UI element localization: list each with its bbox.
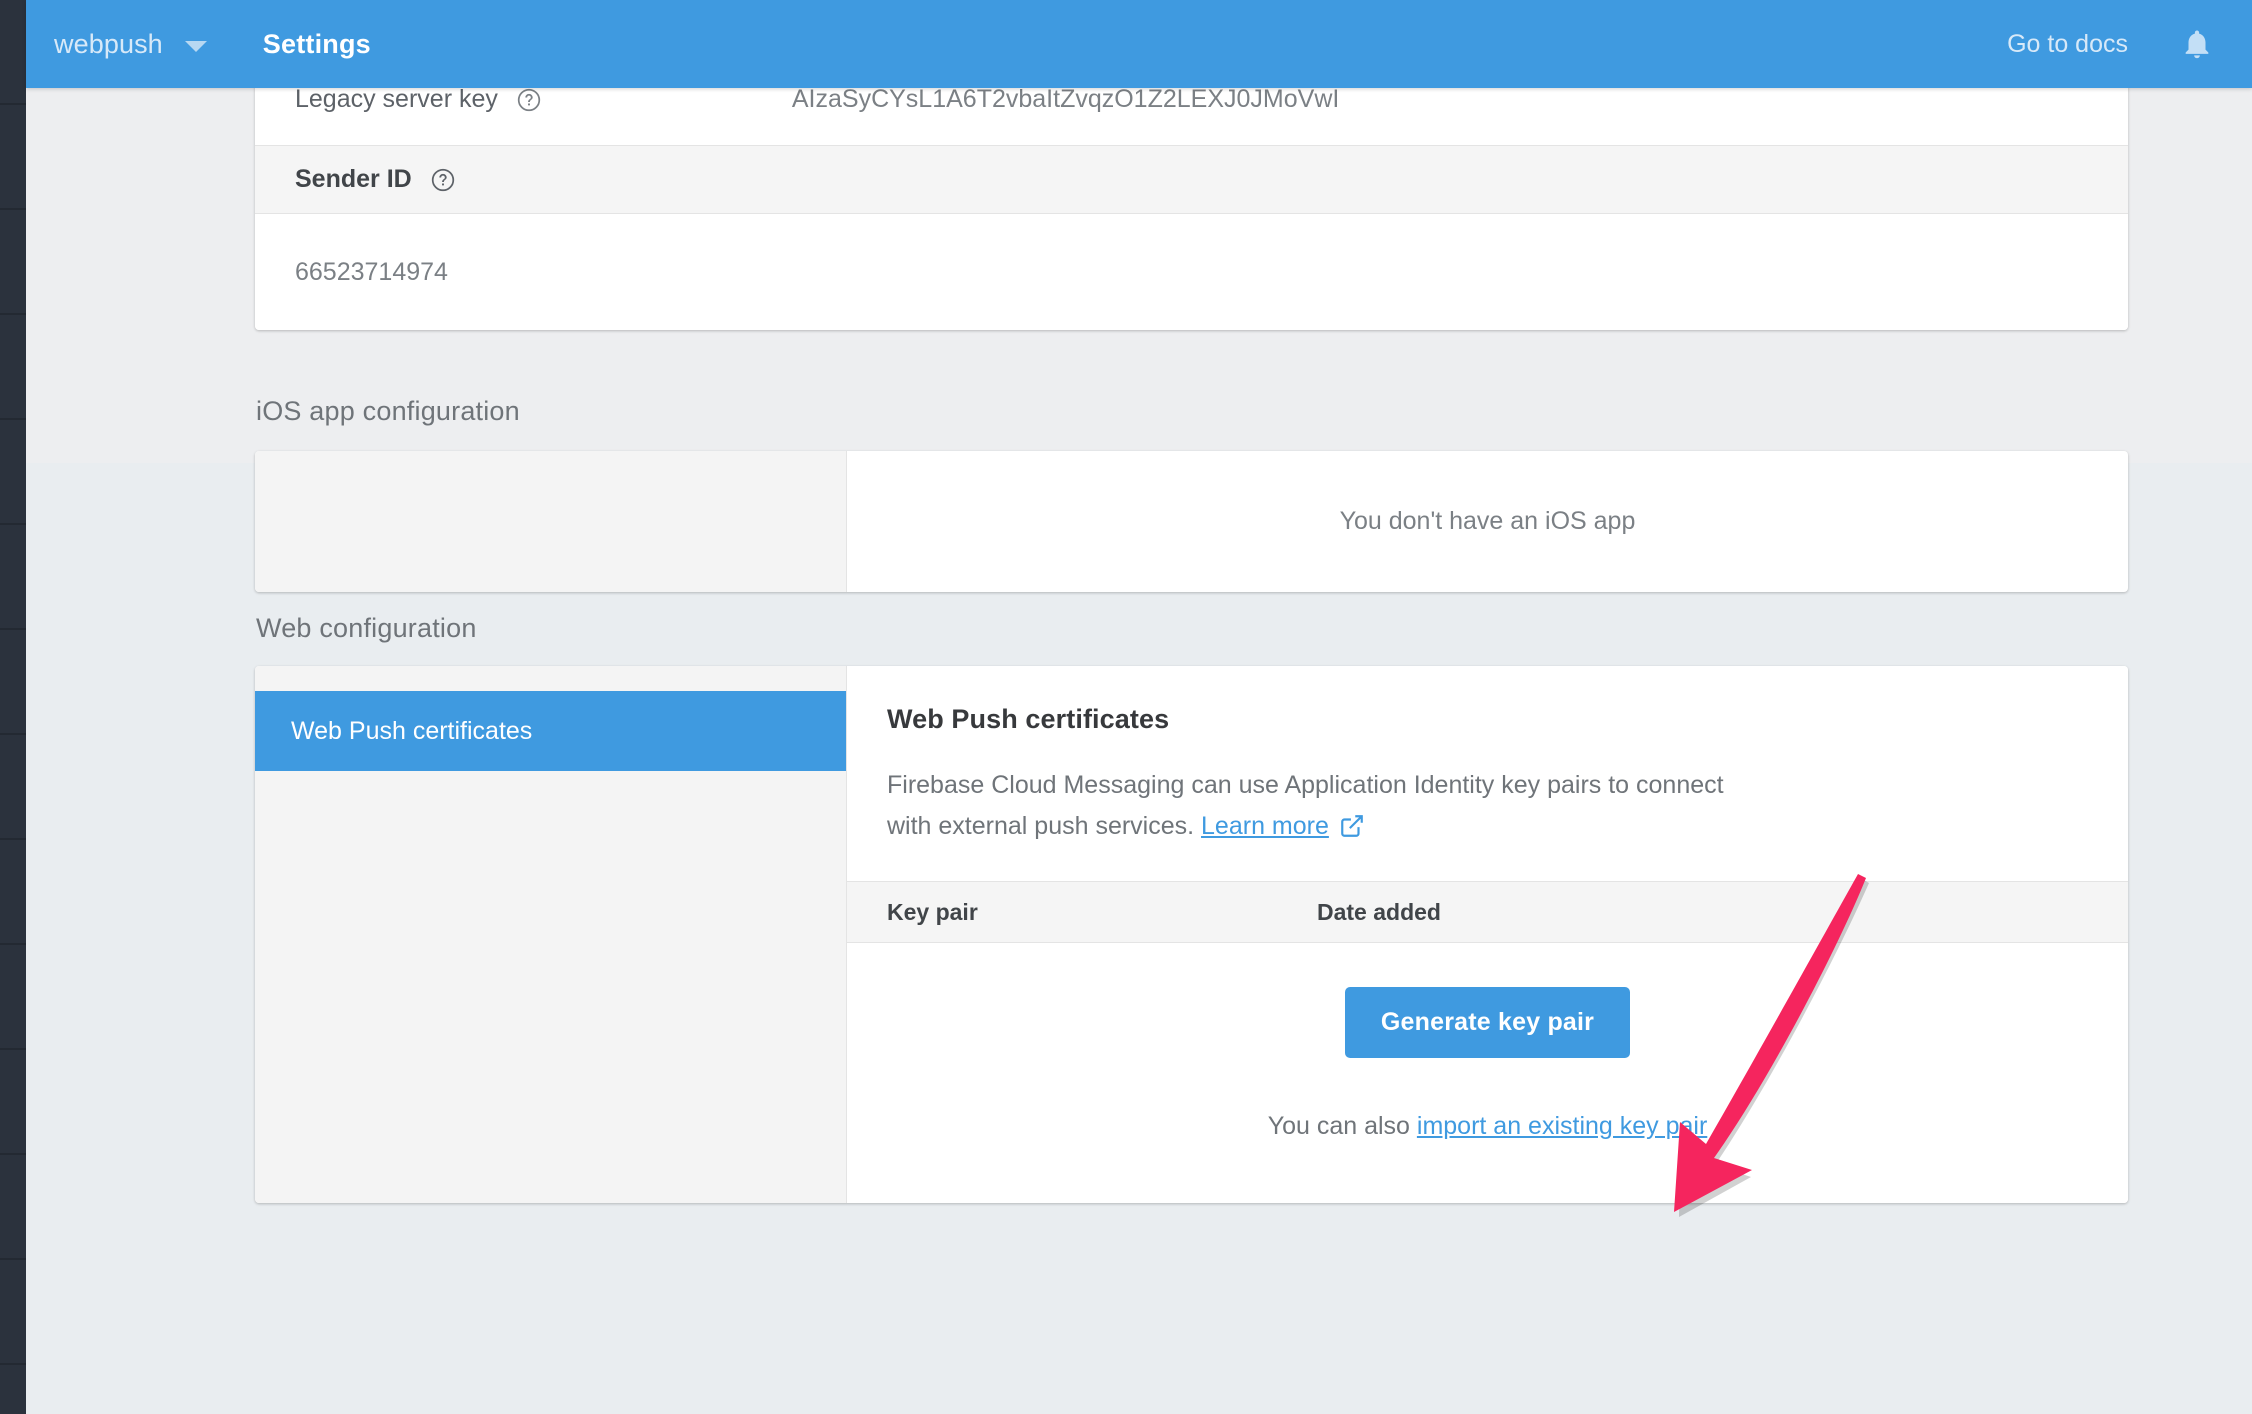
web-section-title: Web configuration [256,613,477,643]
legacy-server-key-label: Legacy server key [295,85,498,113]
project-switcher[interactable]: webpush [54,29,207,60]
web-configuration-card: Web Push certificates Web Push certifica… [255,666,2128,1203]
collapsed-nav-rail[interactable] [0,0,26,1414]
sender-id-header-row: Sender ID [255,146,2128,214]
header-actions: Go to docs [2007,26,2252,62]
ios-card-right-pane: You don't have an iOS app [847,451,2128,592]
sidebar-item-label: Web Push certificates [291,716,533,745]
nav-rail-item[interactable] [0,210,26,315]
import-existing-key-pair-link[interactable]: import an existing key pair [1417,1112,1707,1140]
notifications-bell-icon[interactable] [2180,26,2214,62]
import-key-pair-line: You can also import an existing key pair [1268,1112,1708,1141]
column-header-key-pair: Key pair [887,898,978,925]
page-title: Settings [262,28,371,59]
import-prefix-text: You can also [1267,1112,1417,1140]
go-to-docs-link[interactable]: Go to docs [2007,30,2128,59]
help-circle-icon[interactable] [430,167,456,193]
web-push-header: Web Push certificates Firebase Cloud Mes… [847,666,2128,881]
web-push-panel-title: Web Push certificates [887,704,1170,734]
learn-more-link[interactable]: Learn more [1201,812,1329,840]
project-name-label: webpush [54,28,163,59]
open-in-new-icon[interactable] [1339,811,1365,852]
app-header-bar: webpush Settings Go to docs [26,0,2252,88]
nav-rail-item[interactable] [0,315,26,420]
sidebar-item-web-push-certificates[interactable]: Web Push certificates [255,691,846,771]
settings-content-area: Legacy server key AIzaSyCYsL1A6T2vbaItZv… [26,54,2252,1414]
nav-rail-item[interactable] [0,630,26,735]
ios-configuration-card: You don't have an iOS app [255,451,2128,592]
ios-card-left-pane [255,451,847,592]
web-config-nav-pane: Web Push certificates [255,666,847,1203]
generate-key-pair-button[interactable]: Generate key pair [1344,987,1631,1058]
nav-rail-item[interactable] [0,0,26,105]
key-pair-empty-state: Generate key pair You can also import an… [847,943,2128,1203]
sender-id-value: 66523714974 [295,257,448,286]
nav-rail-item[interactable] [0,840,26,945]
nav-rail-item[interactable] [0,525,26,630]
ios-section-title: iOS app configuration [256,396,520,426]
nav-rail-item[interactable] [0,1365,26,1414]
nav-rail-item[interactable] [0,420,26,525]
nav-rail-item[interactable] [0,1260,26,1365]
legacy-server-key-value: AIzaSyCYsL1A6T2vbaItZvqzO1Z2LEXJ0JMoVwI [791,85,1340,113]
nav-rail-item[interactable] [0,945,26,1050]
sender-id-label: Sender ID [295,165,412,193]
nav-rail-item[interactable] [0,1155,26,1260]
web-config-detail-pane: Web Push certificates Firebase Cloud Mes… [847,666,2128,1203]
column-header-date-added: Date added [1317,898,1441,925]
nav-rail-item[interactable] [0,105,26,210]
server-settings-card: Legacy server key AIzaSyCYsL1A6T2vbaItZv… [255,54,2128,330]
ios-empty-message: You don't have an iOS app [1339,507,1636,535]
sender-id-value-row: 66523714974 [255,214,2128,330]
chevron-down-icon [184,40,207,52]
nav-rail-item[interactable] [0,1050,26,1155]
web-push-description: Firebase Cloud Messaging can use Applica… [887,765,1767,851]
help-circle-icon[interactable] [516,87,542,113]
nav-rail-item[interactable] [0,735,26,840]
key-pair-table-header: Key pair Date added [847,881,2128,943]
